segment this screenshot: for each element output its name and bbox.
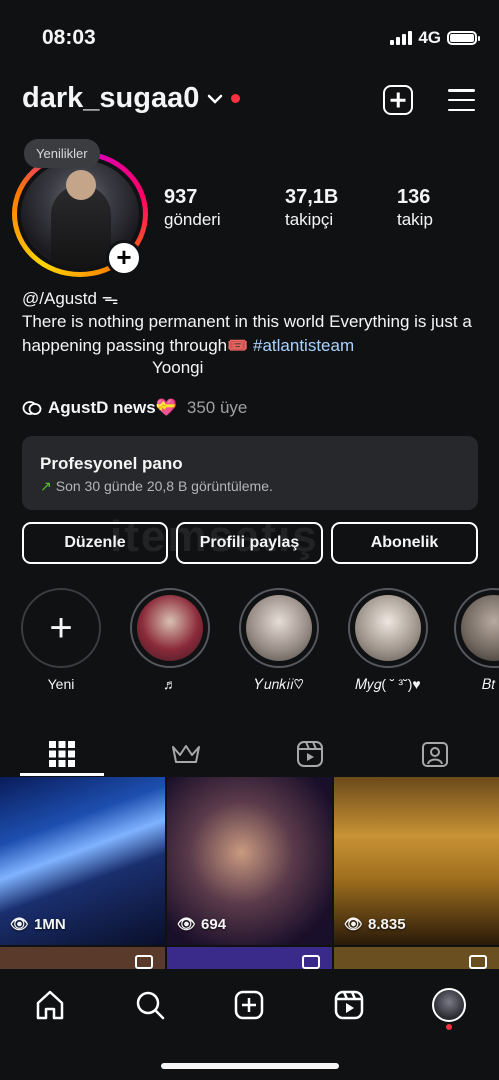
status-indicators: 4G <box>390 28 480 48</box>
account-switcher[interactable]: dark_sugaa0 <box>22 82 241 115</box>
grid-icon <box>49 741 75 767</box>
grid-post[interactable]: 👁 694 <box>167 777 332 945</box>
highlight-item[interactable]: ♬ <box>127 588 213 692</box>
signal-icon <box>390 31 413 45</box>
grid-post[interactable] <box>0 947 165 969</box>
trend-up-icon: ↗ <box>40 478 52 494</box>
username: dark_sugaa0 <box>22 82 200 114</box>
stat-following[interactable]: 136 takip <box>397 186 433 230</box>
eye-icon: 👁 <box>344 916 364 933</box>
bio-hashtag-link[interactable]: #atlantisteam <box>253 336 354 355</box>
profile-bio: There is nothing permanent in this world… <box>22 310 482 358</box>
dashboard-title: Profesyonel pano <box>40 454 183 473</box>
view-count: 👁 1MN <box>10 915 66 934</box>
highlight-new[interactable]: + Yeni <box>18 588 104 692</box>
highlight-item[interactable]: 𝐵𝑡 <box>454 588 499 693</box>
grid-post[interactable] <box>334 947 499 969</box>
highlight-label: 𝑀𝑦𝑔( ˘ ³˘)♥ <box>355 676 421 692</box>
tab-tagged[interactable] <box>373 732 497 776</box>
share-profile-button[interactable]: Profili paylaş <box>176 522 323 564</box>
network-type: 4G <box>418 28 441 47</box>
highlight-item[interactable]: 𝑀𝑦𝑔( ˘ ³˘)♥ <box>345 588 431 693</box>
nav-profile[interactable] <box>429 985 469 1025</box>
stat-followers[interactable]: 37,1B takipçi <box>285 186 338 230</box>
highlight-label: ♬ <box>163 676 177 692</box>
subscription-button[interactable]: Abonelik <box>331 522 478 564</box>
notification-dot <box>446 1024 452 1030</box>
channel-name: AgustD news💝 <box>48 398 177 417</box>
view-count: 👁 8.835 <box>344 915 406 934</box>
tab-grid[interactable] <box>0 732 124 776</box>
highlight-label: 𝐵𝑡 <box>482 676 496 692</box>
avatar <box>432 988 466 1022</box>
chevron-down-icon <box>208 94 223 104</box>
stat-value: 136 <box>397 186 431 208</box>
battery-icon <box>447 31 480 45</box>
stat-value: 37,1B <box>285 186 339 208</box>
crown-icon <box>172 745 200 763</box>
tab-reels[interactable] <box>248 732 372 776</box>
stat-label: gönderi <box>164 210 221 229</box>
stat-value: 937 <box>164 186 198 208</box>
bio-text: There is nothing permanent in this world… <box>22 312 472 355</box>
tagged-icon <box>422 742 448 767</box>
eye-icon: 👁 <box>10 916 30 933</box>
bio-name: Yoongi <box>152 358 204 377</box>
broadcast-channel-link[interactable]: AgustD news💝 350 üye <box>22 398 247 418</box>
menu-button[interactable] <box>448 89 475 111</box>
tab-subscriptions[interactable] <box>124 732 248 776</box>
stat-label: takip <box>397 210 433 229</box>
search-icon <box>136 991 165 1020</box>
home-indicator <box>161 1063 339 1069</box>
eye-icon: 👁 <box>177 916 197 933</box>
notification-dot <box>231 94 241 103</box>
highlight-label: 𝑌𝑢𝑛𝑘𝑖𝑖♡ <box>254 676 304 692</box>
dashboard-subtitle: ↗ Son 30 günde 20,8 B görüntüleme. <box>40 478 273 494</box>
reels-icon <box>334 990 364 1020</box>
view-count: 👁 694 <box>177 915 227 934</box>
channel-icon <box>22 401 42 415</box>
status-time: 08:03 <box>42 26 96 49</box>
highlight-label: Yeni <box>47 676 75 692</box>
active-tab-indicator <box>20 773 104 776</box>
stat-label: takipçi <box>285 210 334 229</box>
add-story-icon[interactable]: + <box>106 240 142 276</box>
professional-dashboard[interactable]: Profesyonel pano ↗ Son 30 günde 20,8 B gö… <box>22 436 478 510</box>
reel-icon <box>469 955 487 969</box>
nav-search[interactable] <box>130 985 170 1025</box>
notes-bubble[interactable]: Yenilikler <box>24 139 100 168</box>
reel-icon <box>302 955 320 969</box>
reels-icon <box>297 741 323 767</box>
nav-reels[interactable] <box>329 985 369 1025</box>
edit-profile-button[interactable]: Düzenle <box>22 522 168 564</box>
nav-home[interactable] <box>30 985 70 1025</box>
stat-posts[interactable]: 937 gönderi <box>164 186 221 230</box>
reel-icon <box>135 955 153 969</box>
nav-create[interactable] <box>229 985 269 1025</box>
grid-post[interactable] <box>167 947 332 969</box>
create-post-button[interactable] <box>383 85 413 115</box>
channel-members: 350 üye <box>186 398 248 417</box>
plus-icon: + <box>49 605 73 650</box>
grid-post[interactable]: 👁 1MN <box>0 777 165 945</box>
create-icon <box>234 990 264 1020</box>
home-icon <box>36 990 64 1020</box>
grid-post[interactable]: 👁 8.835 <box>334 777 499 945</box>
highlight-item[interactable]: 𝑌𝑢𝑛𝑘𝑖𝑖♡ <box>236 588 322 693</box>
profile-handle: @/Agustd ᯓ <box>22 289 119 308</box>
